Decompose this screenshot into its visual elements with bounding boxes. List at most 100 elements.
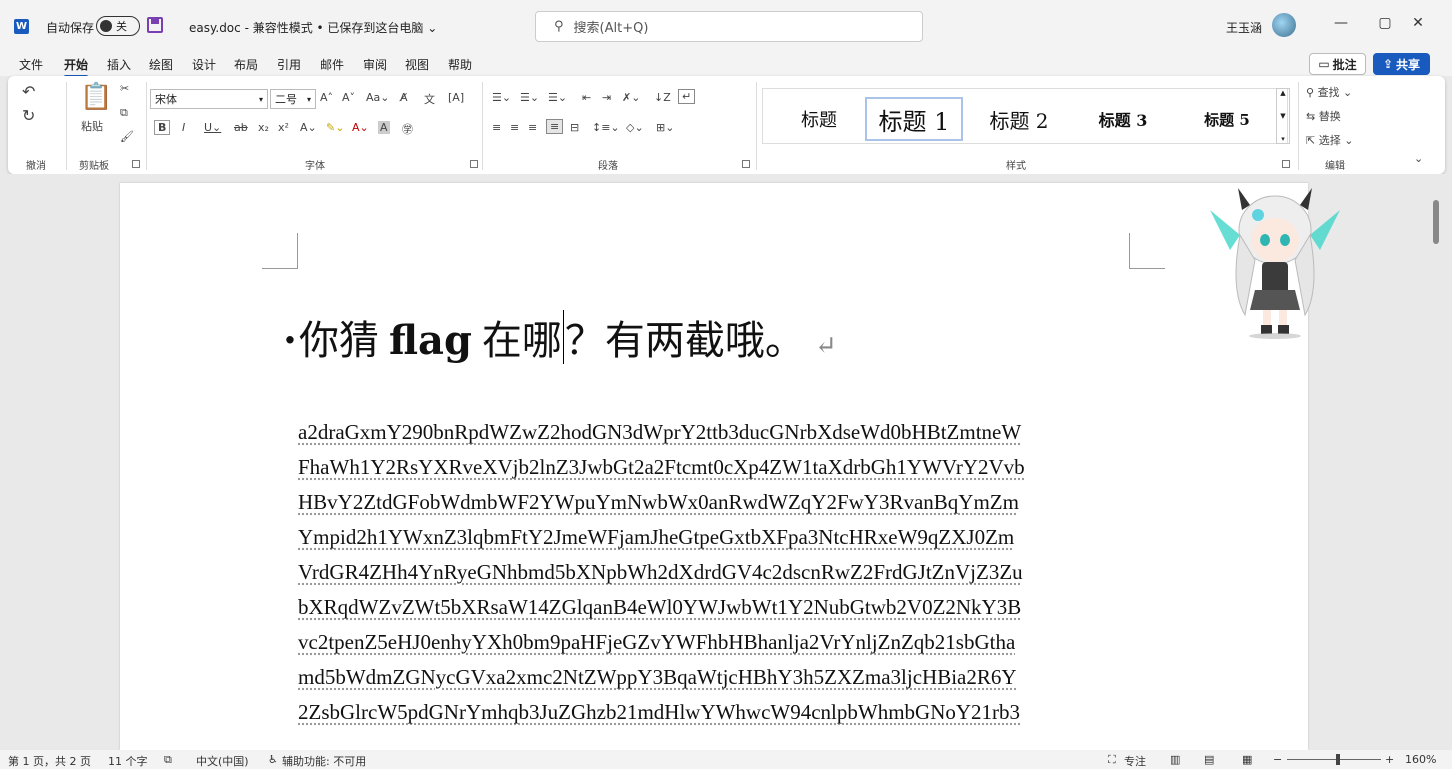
style-heading-3[interactable]: 标题 3 xyxy=(1075,97,1171,141)
save-icon[interactable] xyxy=(147,17,163,33)
tab-draw[interactable]: 绘图 xyxy=(149,56,173,73)
tab-references[interactable]: 引用 xyxy=(277,56,301,73)
document-page[interactable]: · 你猜 flag 在哪 ？有两截哦。 ↵ a2draGxmY290bnRpdW… xyxy=(120,183,1308,750)
tab-help[interactable]: 帮助 xyxy=(448,56,472,73)
styles-launcher-icon[interactable] xyxy=(1282,160,1290,168)
share-button[interactable]: ⇪ 共享 xyxy=(1373,53,1430,75)
document-body[interactable]: a2draGxmY290bnRpdWZwZ2hodGN3dWprY2ttb3du… xyxy=(298,415,1138,730)
style-heading[interactable]: 标题 xyxy=(779,97,859,141)
proofing-icon[interactable]: ⧉ xyxy=(164,753,172,767)
highlight-icon[interactable]: ✎⌄ xyxy=(326,121,344,134)
chinese-layout-icon[interactable]: ✗⌄ xyxy=(622,91,640,104)
comments-button[interactable]: ▭ 批注 xyxy=(1309,53,1366,75)
web-layout-icon[interactable]: ▦ xyxy=(1242,753,1252,766)
paste-icon[interactable]: 📋 xyxy=(80,82,112,112)
align-left-icon[interactable]: ≡ xyxy=(492,121,501,134)
minimize-button[interactable]: — xyxy=(1331,15,1351,31)
show-marks-icon[interactable]: ↵ xyxy=(678,89,696,104)
align-right-icon[interactable]: ≡ xyxy=(528,121,537,134)
increase-indent-icon[interactable]: ⇥ xyxy=(602,91,611,104)
redo-icon[interactable]: ↻ xyxy=(22,106,35,125)
scroll-up-icon[interactable]: ▲ xyxy=(1280,89,1285,97)
tab-mailings[interactable]: 邮件 xyxy=(320,56,344,73)
undo-icon[interactable]: ↶ xyxy=(22,82,35,101)
tab-design[interactable]: 设计 xyxy=(192,56,216,73)
tab-home[interactable]: 开始 xyxy=(64,56,89,78)
align-center-icon[interactable]: ≡ xyxy=(510,121,519,134)
borders-icon[interactable]: ⊞⌄ xyxy=(656,121,674,134)
char-border-icon[interactable]: [A] xyxy=(448,91,464,104)
numbering-icon[interactable]: ☰⌄ xyxy=(520,91,539,104)
zoom-slider-thumb[interactable] xyxy=(1336,754,1340,765)
scroll-down-icon[interactable]: ▼ xyxy=(1280,112,1285,120)
user-name[interactable]: 王玉涵 xyxy=(1226,19,1262,36)
clipboard-launcher-icon[interactable] xyxy=(132,160,140,168)
tab-file[interactable]: 文件 xyxy=(19,56,43,73)
mascot-character-image[interactable] xyxy=(1200,180,1350,340)
replace-button[interactable]: ⇆ 替换 xyxy=(1306,108,1341,124)
format-painter-icon[interactable]: 🖌 xyxy=(120,130,134,143)
more-styles-icon[interactable]: ▾ xyxy=(1281,135,1285,143)
tab-view[interactable]: 视图 xyxy=(405,56,429,73)
subscript-icon[interactable]: x₂ xyxy=(258,121,269,134)
autosave-toggle[interactable]: 关 xyxy=(96,16,140,36)
accessibility-status[interactable]: 辅助功能: 不可用 xyxy=(282,753,366,769)
distributed-icon[interactable]: ⊟ xyxy=(570,121,579,134)
word-count[interactable]: 11 个字 xyxy=(108,753,148,769)
shading-icon[interactable]: ◇⌄ xyxy=(626,121,644,134)
copy-icon[interactable]: ⧉ xyxy=(120,106,128,120)
superscript-icon[interactable]: x² xyxy=(278,121,289,134)
close-button[interactable]: ✕ xyxy=(1408,15,1428,31)
sort-icon[interactable]: ↓Z xyxy=(654,91,671,104)
style-heading-1[interactable]: 标题 1 xyxy=(865,97,963,141)
strikethrough-icon[interactable]: ab xyxy=(234,121,248,134)
zoom-in-button[interactable]: + xyxy=(1385,753,1394,766)
tab-layout[interactable]: 布局 xyxy=(234,56,258,73)
tab-review[interactable]: 审阅 xyxy=(363,56,387,73)
text-effects-icon[interactable]: A⌄ xyxy=(300,121,317,134)
zoom-level[interactable]: 160% xyxy=(1405,753,1436,766)
document-title[interactable]: easy.doc - 兼容性模式 • 已保存到这台电脑 ⌄ xyxy=(189,19,437,36)
font-name-select[interactable]: 宋体 ▾ xyxy=(150,89,268,109)
shrink-font-icon[interactable]: A˅ xyxy=(342,91,355,104)
style-heading-5[interactable]: 标题 5 xyxy=(1179,97,1275,141)
grow-font-icon[interactable]: A˄ xyxy=(320,91,333,104)
print-layout-icon[interactable]: ▤ xyxy=(1204,753,1214,766)
zoom-out-button[interactable]: − xyxy=(1273,753,1282,766)
find-button[interactable]: ⚲ 查找 ⌄ xyxy=(1306,84,1352,100)
char-shading-icon[interactable]: A xyxy=(378,121,390,134)
zoom-slider[interactable] xyxy=(1287,759,1381,760)
cut-icon[interactable]: ✂ xyxy=(120,82,129,95)
search-input[interactable]: ⚲ 搜索(Alt+Q) xyxy=(535,11,923,42)
bold-icon[interactable]: B xyxy=(154,120,171,135)
font-color-icon[interactable]: A⌄ xyxy=(352,121,369,134)
clear-format-icon[interactable]: A̸ xyxy=(400,91,408,104)
change-case-icon[interactable]: Aa⌄ xyxy=(366,91,389,104)
vertical-scrollbar[interactable] xyxy=(1433,200,1439,244)
line-spacing-icon[interactable]: ↕≡⌄ xyxy=(592,121,620,134)
justify-icon[interactable]: ≡ xyxy=(546,119,564,134)
avatar[interactable] xyxy=(1272,13,1296,37)
document-heading[interactable]: · 你猜 flag 在哪 ？有两截哦。 ↵ xyxy=(283,308,837,366)
multilevel-list-icon[interactable]: ☰⌄ xyxy=(548,91,567,104)
language-status[interactable]: 中文(中国) xyxy=(196,753,249,769)
bullets-icon[interactable]: ☰⌄ xyxy=(492,91,511,104)
styles-scroll[interactable]: ▲ ▼ ▾ xyxy=(1276,88,1290,144)
page-count[interactable]: 第 1 页，共 2 页 xyxy=(8,753,91,769)
font-launcher-icon[interactable] xyxy=(470,160,478,168)
select-button[interactable]: ⇱ 选择 ⌄ xyxy=(1306,132,1353,148)
paragraph-launcher-icon[interactable] xyxy=(742,160,750,168)
enclose-char-icon[interactable]: ㊫ xyxy=(402,121,413,137)
underline-icon[interactable]: U⌄ xyxy=(204,121,221,134)
decrease-indent-icon[interactable]: ⇤ xyxy=(582,91,591,104)
tab-insert[interactable]: 插入 xyxy=(107,56,131,73)
style-heading-2[interactable]: 标题 2 xyxy=(971,97,1067,141)
phonetic-guide-icon[interactable]: 文 xyxy=(424,91,435,107)
read-mode-icon[interactable]: ▥ xyxy=(1170,753,1180,766)
italic-icon[interactable]: I xyxy=(182,121,185,134)
restore-button[interactable]: ▢ xyxy=(1375,15,1395,31)
paste-label[interactable]: 粘贴 xyxy=(81,118,103,134)
focus-mode[interactable]: 专注 xyxy=(1124,753,1146,769)
collapse-ribbon-icon[interactable]: ⌄ xyxy=(1414,152,1423,165)
font-size-select[interactable]: 二号 ▾ xyxy=(270,89,316,109)
